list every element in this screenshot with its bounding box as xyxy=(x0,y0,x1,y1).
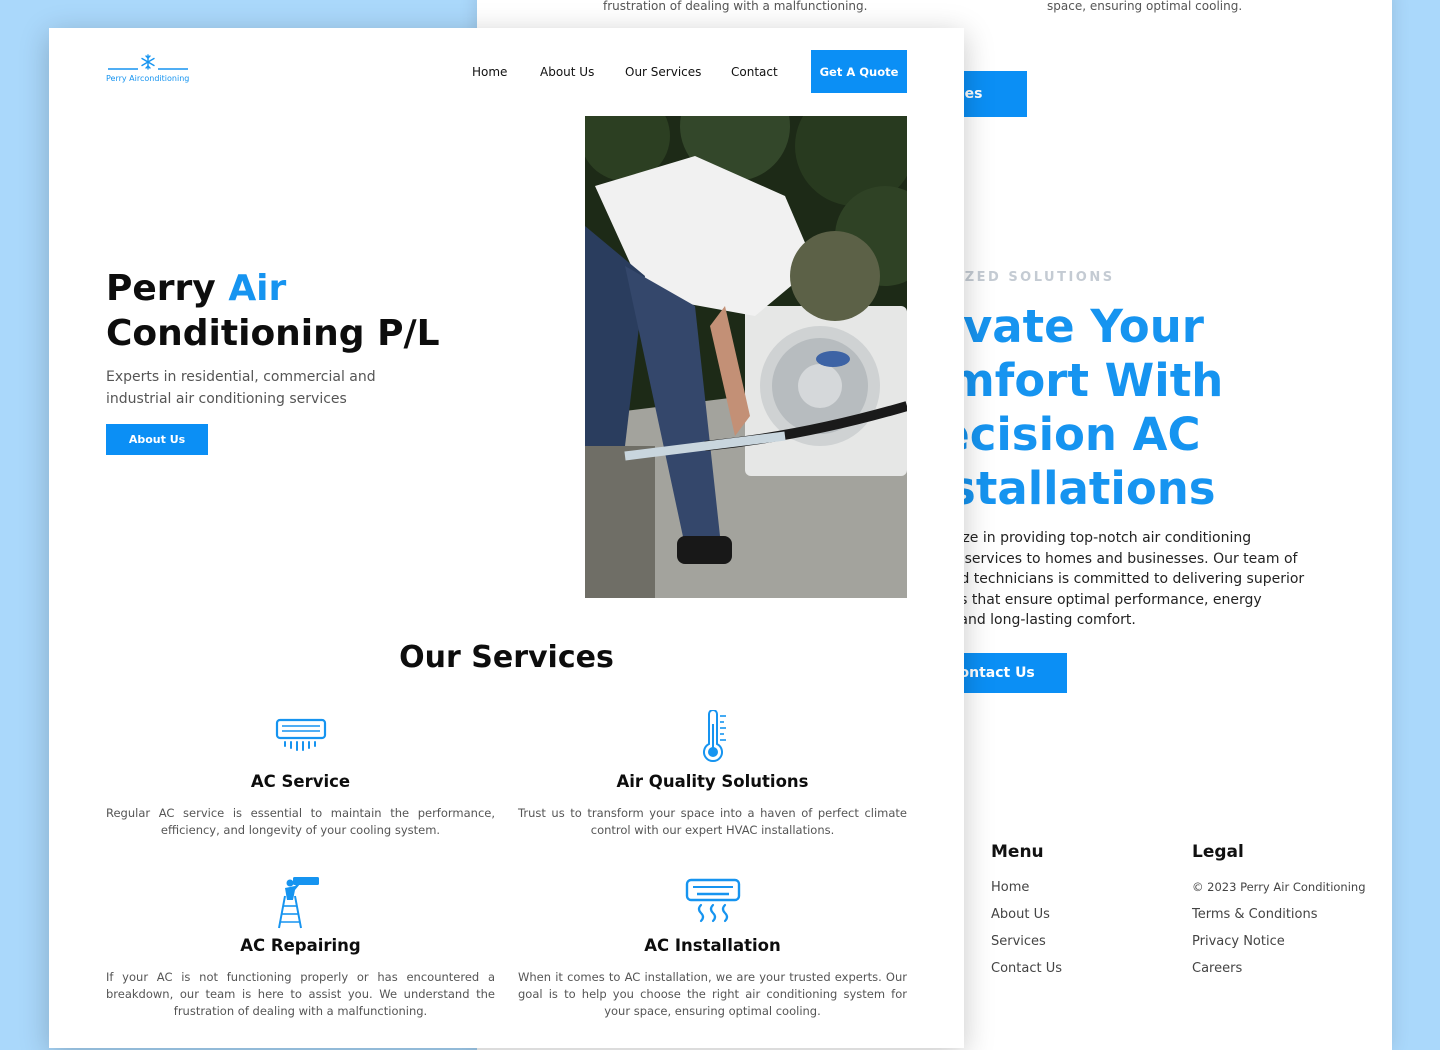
footer-link-about[interactable]: About Us xyxy=(991,907,1062,934)
technician-ladder-icon xyxy=(277,877,319,929)
nav-home[interactable]: Home xyxy=(472,65,507,79)
footer-menu-column: Menu Home About Us Services Contact Us xyxy=(991,842,1062,988)
footer-link-home[interactable]: Home xyxy=(991,880,1062,907)
hero-title-accent: Air xyxy=(228,268,287,309)
service-card-ac-repairing: AC Repairing If your AC is not functioni… xyxy=(106,874,495,1020)
hero-subtitle: Experts in residential, commercial and i… xyxy=(106,369,376,407)
logo-text: Perry Airconditioning xyxy=(106,74,190,83)
ac-unit-icon xyxy=(275,718,326,751)
service-description: When it comes to AC installation, we are… xyxy=(518,970,907,1018)
service-description: If your AC is not functioning properly o… xyxy=(106,970,495,1018)
service-description: Regular AC service is essential to maint… xyxy=(106,806,495,837)
nav-our-services[interactable]: Our Services xyxy=(625,65,701,79)
logo[interactable]: Perry Airconditioning xyxy=(106,54,196,88)
back-top-right-text: space, ensuring optimal cooling. xyxy=(1047,0,1243,13)
back-paragraph-line: llation services to homes and businesses… xyxy=(917,550,1298,567)
footer-link-services[interactable]: Services xyxy=(991,934,1062,961)
back-top-left-text: frustration of dealing with a malfunctio… xyxy=(603,0,868,13)
front-page: Perry Airconditioning Home About Us Our … xyxy=(49,28,964,1048)
about-us-button[interactable]: About Us xyxy=(106,424,208,455)
service-title: AC Repairing xyxy=(240,936,361,955)
service-card-ac-service: AC Service Regular AC service is essenti… xyxy=(106,710,495,839)
service-title: AC Installation xyxy=(644,936,781,955)
footer-link-privacy[interactable]: Privacy Notice xyxy=(1192,934,1366,961)
footer-link-contact[interactable]: Contact Us xyxy=(991,961,1062,988)
service-title: AC Service xyxy=(250,772,351,791)
hero-photo xyxy=(585,116,907,598)
footer-link-careers[interactable]: Careers xyxy=(1192,961,1366,988)
service-title: Air Quality Solutions xyxy=(616,772,809,791)
ac-airflow-icon xyxy=(685,878,740,923)
service-card-ac-installation: AC Installation When it comes to AC inst… xyxy=(518,874,907,1020)
thermometer-icon xyxy=(702,710,726,763)
technician-photo xyxy=(585,116,907,598)
footer-legal-column: Legal © 2023 Perry Air Conditioning Term… xyxy=(1192,842,1366,988)
footer-link-terms[interactable]: Terms & Conditions xyxy=(1192,907,1366,934)
service-card-air-quality: Air Quality Solutions Trust us to transf… xyxy=(518,710,907,839)
back-paragraph-line: pecialize in providing top-notch air con… xyxy=(917,530,1252,546)
get-a-quote-button[interactable]: Get A Quote xyxy=(811,50,907,93)
hero-title: Perry Air Conditioning P/L xyxy=(106,266,440,356)
services-title: Our Services xyxy=(399,640,614,675)
back-paragraph: pecialize in providing top-notch air con… xyxy=(917,528,1347,631)
service-description: Trust us to transform your space into a … xyxy=(518,806,907,837)
nav-about-us[interactable]: About Us xyxy=(540,65,594,79)
snowflake-icon xyxy=(108,54,188,70)
nav-contact[interactable]: Contact xyxy=(731,65,778,79)
footer-copyright: © 2023 Perry Air Conditioning xyxy=(1192,880,1366,894)
footer-legal-title: Legal xyxy=(1192,842,1244,862)
hero-title-line2: Conditioning P/L xyxy=(106,313,440,354)
back-paragraph-line: rienced technicians is committed to deli… xyxy=(917,571,1305,587)
footer-menu-title: Menu xyxy=(991,842,1044,862)
hero-title-part1: Perry xyxy=(106,268,229,309)
back-paragraph-line: llations that ensure optimal performance… xyxy=(917,591,1262,608)
